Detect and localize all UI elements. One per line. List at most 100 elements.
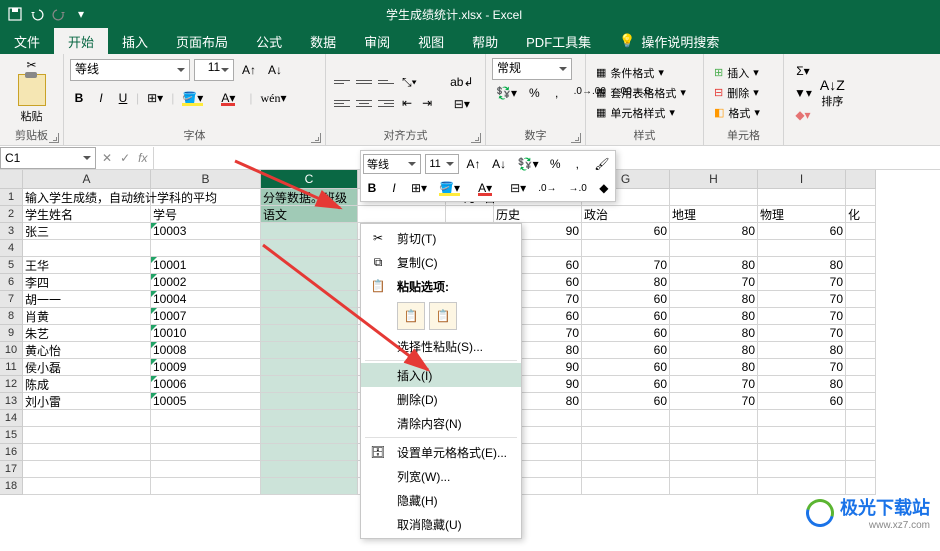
cell-C1[interactable]: 分等数据。班级 [261, 189, 358, 206]
number-dialog-launcher[interactable] [571, 133, 581, 143]
cell-J13[interactable] [846, 393, 876, 410]
cell-A5[interactable]: 王华 [23, 257, 151, 274]
cell-B13[interactable]: 10005 [151, 393, 261, 410]
select-all-corner[interactable] [0, 170, 23, 189]
cell-A9[interactable]: 朱艺 [23, 325, 151, 342]
cell-I17[interactable] [758, 461, 846, 478]
fill-button[interactable]: ▼▾ [790, 84, 816, 102]
qat-customize-icon[interactable]: ▾ [74, 7, 88, 21]
ctx-delete[interactable]: 删除(D) [361, 387, 521, 411]
mini-font-select[interactable]: 等线 [363, 154, 421, 174]
cell-C14[interactable] [261, 410, 358, 427]
cell-C8[interactable] [261, 308, 358, 325]
cell-H16[interactable] [670, 444, 758, 461]
cell-C18[interactable] [261, 478, 358, 495]
percent-button[interactable]: % [525, 84, 544, 102]
col-header-J[interactable] [846, 170, 876, 189]
row-header-17[interactable]: 17 [0, 461, 23, 478]
ctx-cut[interactable]: ✂剪切(T) [361, 226, 521, 250]
cell-H13[interactable]: 70 [670, 393, 758, 410]
row-header-11[interactable]: 11 [0, 359, 23, 376]
cell-I15[interactable] [758, 427, 846, 444]
cell-G16[interactable] [582, 444, 670, 461]
cell-J4[interactable] [846, 240, 876, 257]
row-header-5[interactable]: 5 [0, 257, 23, 274]
align-left-button[interactable] [332, 94, 352, 112]
mini-comma[interactable]: , [568, 155, 586, 173]
cell-I11[interactable]: 70 [758, 359, 846, 376]
cell-J17[interactable] [846, 461, 876, 478]
cell-I9[interactable]: 70 [758, 325, 846, 342]
col-header-I[interactable]: I [758, 170, 846, 189]
mini-merge[interactable]: ⊟▾ [506, 179, 530, 197]
cell-B9[interactable]: 10010 [151, 325, 261, 342]
cell-I4[interactable] [758, 240, 846, 257]
col-header-H[interactable]: H [670, 170, 758, 189]
format-cells-button[interactable]: ◧格式▾ [710, 103, 764, 123]
cell-J15[interactable] [846, 427, 876, 444]
cell-B14[interactable] [151, 410, 261, 427]
align-center-button[interactable] [354, 94, 374, 112]
cell-I12[interactable]: 80 [758, 376, 846, 393]
decrease-font-icon[interactable]: A↓ [264, 61, 286, 79]
align-bottom-button[interactable] [376, 73, 396, 91]
row-header-8[interactable]: 8 [0, 308, 23, 325]
cell-H8[interactable]: 80 [670, 308, 758, 325]
cell-G10[interactable]: 60 [582, 342, 670, 359]
bold-button[interactable]: B [70, 89, 88, 107]
cell-I14[interactable] [758, 410, 846, 427]
cell-H7[interactable]: 80 [670, 291, 758, 308]
mini-dec-inc[interactable]: .0→ [534, 181, 560, 196]
cell-I6[interactable]: 70 [758, 274, 846, 291]
mini-clear-format[interactable]: ◆ [595, 179, 613, 197]
cell-D2[interactable] [358, 206, 446, 223]
tab-view[interactable]: 视图 [404, 28, 458, 54]
cell-J10[interactable] [846, 342, 876, 359]
cell-B16[interactable] [151, 444, 261, 461]
cell-G5[interactable]: 70 [582, 257, 670, 274]
cell-I8[interactable]: 70 [758, 308, 846, 325]
cell-B10[interactable]: 10008 [151, 342, 261, 359]
cell-J3[interactable] [846, 223, 876, 240]
cell-H17[interactable] [670, 461, 758, 478]
delete-cells-button[interactable]: ⊟删除▾ [710, 83, 764, 103]
row-header-4[interactable]: 4 [0, 240, 23, 257]
alignment-dialog-launcher[interactable] [471, 133, 481, 143]
cell-G17[interactable] [582, 461, 670, 478]
cell-B2[interactable]: 学号 [151, 206, 261, 223]
sort-filter-button[interactable]: A↓Z 排序 [820, 77, 845, 109]
cell-J14[interactable] [846, 410, 876, 427]
cell-H15[interactable] [670, 427, 758, 444]
cell-C13[interactable] [261, 393, 358, 410]
tab-pdf[interactable]: PDF工具集 [512, 28, 605, 54]
cell-B3[interactable]: 10003 [151, 223, 261, 240]
cell-styles-button[interactable]: ▦单元格样式▾ [592, 103, 690, 123]
cell-G9[interactable]: 60 [582, 325, 670, 342]
row-header-14[interactable]: 14 [0, 410, 23, 427]
ctx-unhide[interactable]: 取消隐藏(U) [361, 512, 521, 536]
cell-A16[interactable] [23, 444, 151, 461]
cell-B7[interactable]: 10004 [151, 291, 261, 308]
border-button[interactable]: ⊞▾ [143, 89, 167, 107]
number-format-select[interactable]: 常规 [492, 58, 572, 80]
mini-italic[interactable]: I [385, 179, 403, 197]
cell-H12[interactable]: 70 [670, 376, 758, 393]
cell-F2[interactable]: 历史 [494, 206, 582, 223]
tab-file[interactable]: 文件 [0, 28, 54, 54]
font-dialog-launcher[interactable] [311, 133, 321, 143]
cell-A18[interactable] [23, 478, 151, 495]
cell-B6[interactable]: 10002 [151, 274, 261, 291]
orientation-button[interactable]: ⤡▾ [398, 73, 421, 92]
cell-H4[interactable] [670, 240, 758, 257]
cell-A14[interactable] [23, 410, 151, 427]
clipboard-dialog-launcher[interactable] [49, 133, 59, 143]
cut-icon[interactable]: ✂ [26, 58, 36, 72]
cell-C3[interactable] [261, 223, 358, 240]
cell-H1[interactable] [670, 189, 758, 206]
row-header-6[interactable]: 6 [0, 274, 23, 291]
mini-percent[interactable]: % [546, 155, 564, 173]
cell-H11[interactable]: 80 [670, 359, 758, 376]
tab-review[interactable]: 审阅 [350, 28, 404, 54]
accounting-format-button[interactable]: 💱▾ [492, 84, 521, 102]
align-right-button[interactable] [376, 94, 396, 112]
